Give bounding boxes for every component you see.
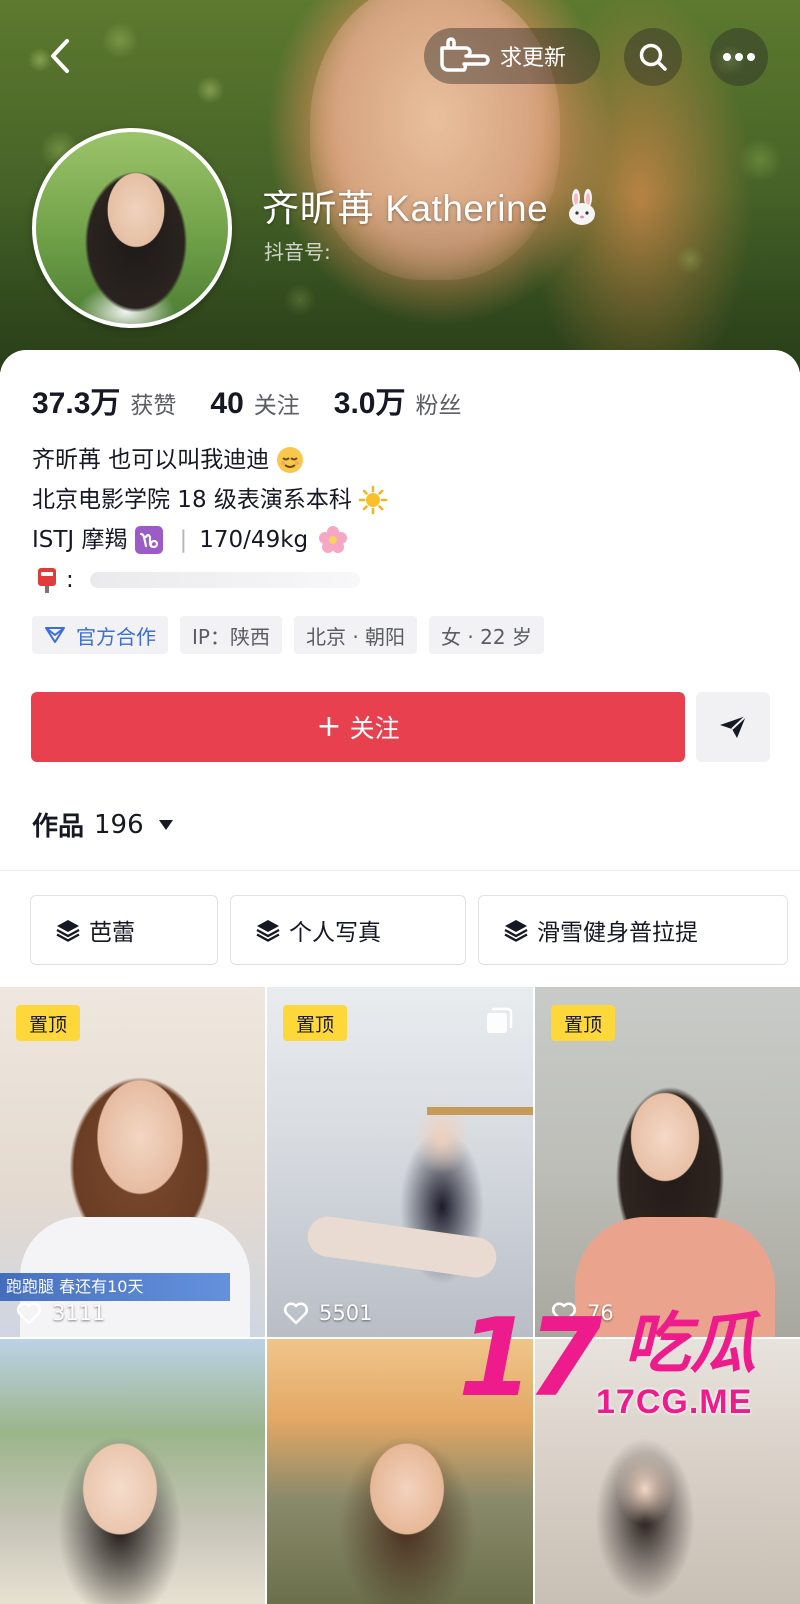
- pinned-badge: 置顶: [283, 1005, 347, 1041]
- album-icon: [487, 1007, 513, 1033]
- redacted-contact: [89, 572, 360, 588]
- more-icon: [723, 53, 755, 61]
- follow-plus: +: [316, 709, 342, 744]
- official-cooperation-icon: [45, 627, 65, 643]
- douyin-id: 抖音号:: [264, 240, 331, 264]
- pointing-hand-icon: [436, 36, 490, 76]
- bio-text: :: [66, 567, 74, 593]
- likes-count: 5501: [319, 1301, 373, 1325]
- collection-ballet[interactable]: 芭蕾: [30, 895, 218, 965]
- divider: [0, 870, 800, 871]
- tag-location: 北京 · 朝阳: [293, 616, 418, 654]
- relieved-face-emoji-icon: [277, 447, 304, 473]
- video-tile[interactable]: [0, 1339, 265, 1604]
- collection-stack-icon: [256, 920, 280, 942]
- collection-label: 滑雪健身普拉提: [537, 920, 698, 946]
- bio-line-3: ISTJ 摩羯 | 170/49kg: [32, 520, 388, 560]
- bio-separator: |: [179, 527, 188, 553]
- tag-gender-age: 女 · 22 岁: [429, 616, 544, 654]
- stat-label: 获赞: [130, 393, 177, 419]
- bio-line-4: :: [32, 560, 388, 600]
- more-button[interactable]: [710, 28, 768, 86]
- bio: 齐昕苒 也可以叫我迪迪 北京电影学院 18 级表演系本科 ISTJ 摩羯 | 1…: [32, 440, 388, 600]
- back-arrow-icon: [51, 39, 69, 73]
- flower-emoji-icon: [319, 526, 348, 553]
- avatar[interactable]: [32, 128, 232, 328]
- collection-label: 个人写真: [289, 920, 381, 946]
- bio-text: 170/49kg: [199, 527, 309, 553]
- pinned-badge: 置顶: [16, 1005, 80, 1041]
- video-overlay-text: 跑跑腿 春还有10天: [6, 1277, 144, 1296]
- ballet-barre: [427, 1107, 533, 1115]
- stat-value: 37.3万: [32, 387, 121, 420]
- collection-label: 芭蕾: [89, 920, 135, 946]
- stat-following[interactable]: 40 关注: [210, 386, 299, 421]
- video-thumbnail: [305, 1213, 499, 1281]
- stat-value: 40: [210, 387, 244, 420]
- profile-tags: 官方合作 IP：陕西 北京 · 朝阳 女 · 22 岁: [32, 616, 556, 654]
- collections-row: 芭蕾 个人写真 滑雪健身普拉提: [30, 895, 800, 965]
- stat-followers[interactable]: 3.0万 粉丝: [334, 378, 462, 422]
- bio-text: 北京电影学院 18 级表演系本科: [32, 487, 352, 513]
- video-likes: 3111: [16, 1301, 105, 1325]
- sun-emoji-icon: [358, 485, 388, 515]
- likes-count: 3111: [52, 1301, 106, 1325]
- video-grid: 跑跑腿 春还有10天 置顶 3111 置顶 5501 置顶 76: [0, 987, 800, 1604]
- share-arrow-icon: [720, 715, 747, 738]
- bio-text: 齐昕苒 也可以叫我迪迪: [32, 447, 270, 473]
- ask-update-label: 求更新: [500, 46, 567, 71]
- caret-down-icon: [158, 819, 173, 830]
- bio-line-2: 北京电影学院 18 级表演系本科: [32, 480, 388, 520]
- watermark-url: 17CG.ME: [596, 1383, 753, 1421]
- collection-stack-icon: [504, 920, 528, 942]
- video-tile[interactable]: 跑跑腿 春还有10天 置顶 3111: [0, 987, 265, 1337]
- stat-likes[interactable]: 37.3万 获赞: [32, 378, 176, 422]
- collection-stack-icon: [56, 920, 80, 942]
- tag-ip: IP：陕西: [180, 616, 282, 654]
- back-button[interactable]: [38, 34, 82, 78]
- ask-update-button[interactable]: 求更新: [424, 28, 600, 84]
- video-tile[interactable]: 置顶 5501: [267, 987, 533, 1337]
- works-count: 196: [94, 809, 144, 840]
- tag-label: 官方合作: [76, 624, 156, 649]
- heart-icon: [283, 1302, 309, 1325]
- stats-row: 37.3万 获赞 40 关注 3.0万 粉丝: [32, 378, 495, 422]
- video-tile[interactable]: 置顶 76: [535, 987, 800, 1337]
- rabbit-emoji-icon: [568, 189, 595, 225]
- share-button[interactable]: [696, 692, 770, 762]
- mailbox-icon: [38, 568, 56, 593]
- heart-icon: [16, 1302, 42, 1325]
- tag-label: IP：陕西: [192, 624, 270, 649]
- collection-fitness[interactable]: 滑雪健身普拉提: [478, 895, 788, 965]
- bio-text: ISTJ 摩羯: [32, 527, 128, 553]
- pinned-badge: 置顶: [551, 1005, 615, 1041]
- capricorn-icon: [134, 526, 163, 554]
- tag-label: 女 · 22 岁: [441, 624, 532, 649]
- follow-label: 关注: [349, 714, 400, 743]
- stat-label: 关注: [253, 393, 300, 419]
- watermark-logo: 17 吃瓜 17CG.ME: [458, 1305, 800, 1425]
- stat-value: 3.0万: [333, 387, 406, 420]
- tag-label: 北京 · 朝阳: [305, 624, 406, 649]
- video-overlay-banner: 跑跑腿 春还有10天: [0, 1273, 230, 1301]
- profile-name: 齐昕苒 Katherine: [262, 178, 601, 232]
- video-likes: 5501: [283, 1301, 372, 1325]
- works-tab[interactable]: 作品 196: [32, 806, 174, 843]
- search-icon: [639, 43, 667, 71]
- follow-button[interactable]: + 关注: [31, 692, 685, 762]
- collection-portraits[interactable]: 个人写真: [230, 895, 466, 965]
- top-bar: 求更新: [0, 20, 800, 90]
- watermark-chinese: 吃瓜: [624, 1305, 756, 1382]
- watermark-number: 17: [458, 1296, 602, 1421]
- bio-line-1: 齐昕苒 也可以叫我迪迪: [32, 440, 388, 480]
- works-label: 作品: [32, 812, 85, 842]
- tag-official-cooperation[interactable]: 官方合作: [32, 616, 168, 654]
- profile-name-text: 齐昕苒 Katherine: [262, 188, 549, 229]
- stat-label: 粉丝: [415, 393, 462, 419]
- search-button[interactable]: [624, 28, 682, 86]
